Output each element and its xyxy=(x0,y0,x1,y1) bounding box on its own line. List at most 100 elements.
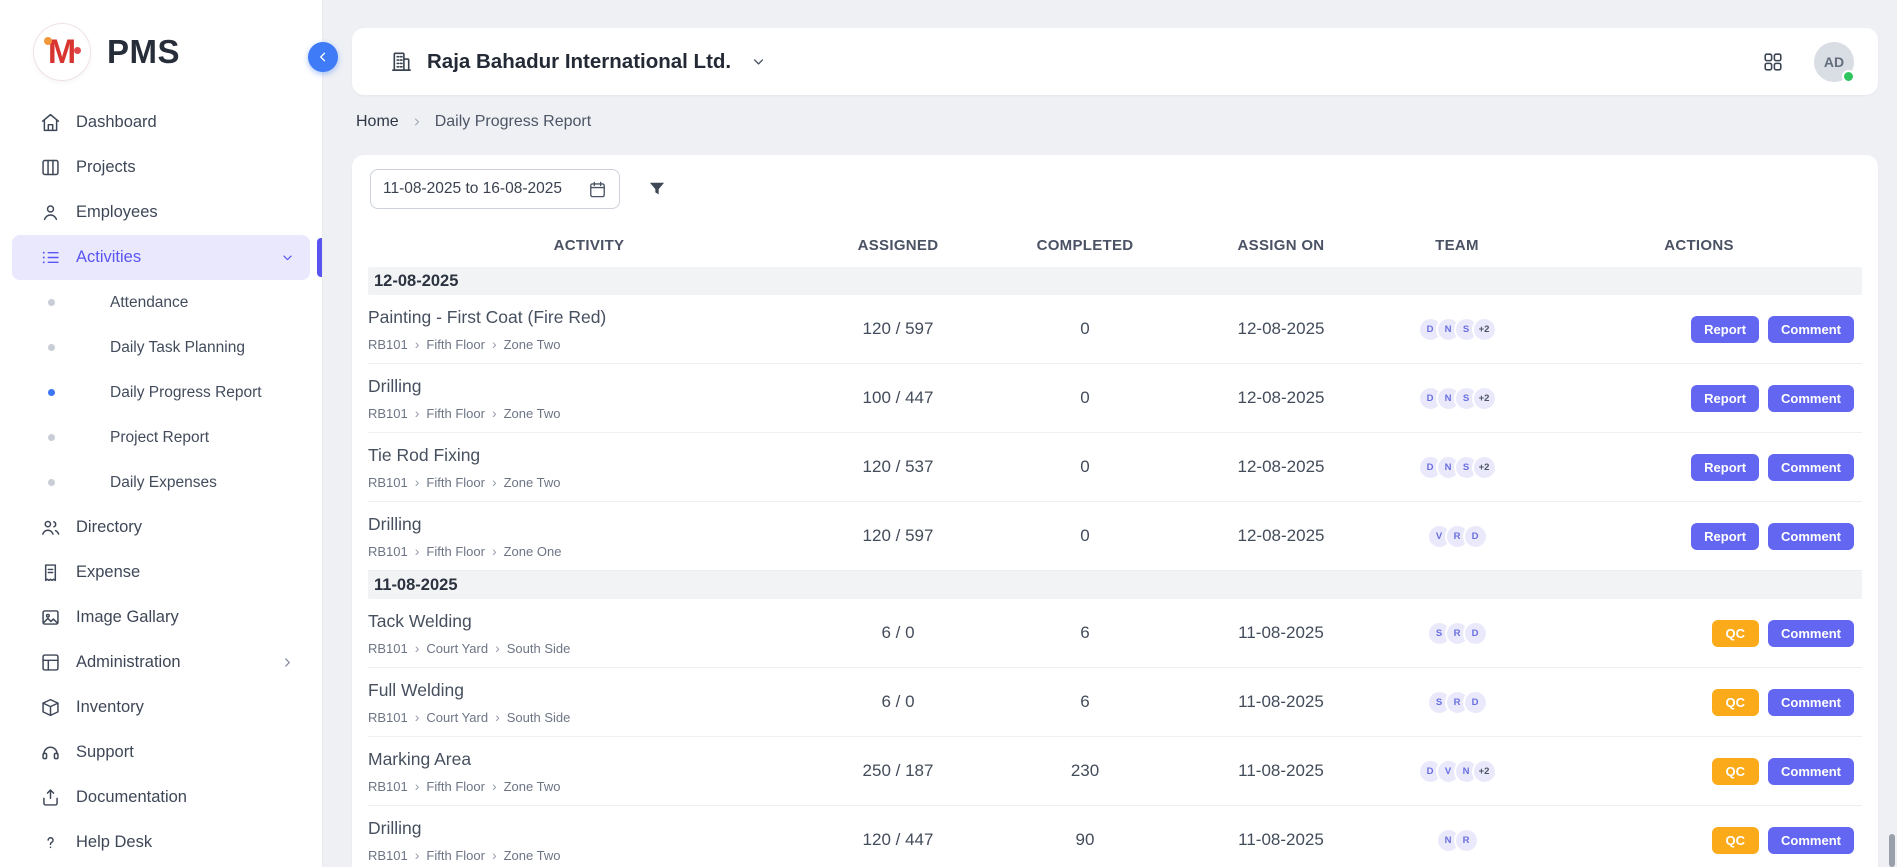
path-segment: Zone Two xyxy=(504,848,561,863)
filter-icon[interactable] xyxy=(647,179,667,199)
path-segment: RB101 xyxy=(368,406,408,421)
sidebar-item-employees[interactable]: Employees xyxy=(12,190,310,235)
sidebar-item-expense[interactable]: Expense xyxy=(12,550,310,595)
activity-cell: Tie Rod FixingRB101›Fifth Floor›Zone Two xyxy=(368,445,810,490)
breadcrumb-home[interactable]: Home xyxy=(356,113,399,131)
sidebar-item-administration[interactable]: Administration xyxy=(12,640,310,685)
sidebar-subitem-daily-task-planning[interactable]: Daily Task Planning xyxy=(12,325,310,370)
sidebar-subitem-label: Project Report xyxy=(110,429,209,447)
sidebar-item-activities[interactable]: Activities xyxy=(12,235,310,280)
assign-on-value: 12-08-2025 xyxy=(1184,526,1378,546)
team-more-chip[interactable]: +2 xyxy=(1472,386,1497,411)
sidebar-subitem-daily-expenses[interactable]: Daily Expenses xyxy=(12,460,310,505)
table-row: DrillingRB101›Fifth Floor›Zone Two120 / … xyxy=(368,806,1862,867)
team-cell: SRD xyxy=(1378,621,1536,646)
sidebar-item-directory[interactable]: Directory xyxy=(12,505,310,550)
sidebar-item-projects[interactable]: Projects xyxy=(12,145,310,190)
activity-cell: Full WeldingRB101›Court Yard›South Side xyxy=(368,680,810,725)
table-row: Full WeldingRB101›Court Yard›South Side6… xyxy=(368,668,1862,737)
team-more-chip[interactable]: +2 xyxy=(1472,317,1497,342)
sidebar-item-image-gallary[interactable]: Image Gallary xyxy=(12,595,310,640)
logo-row: M PMS xyxy=(0,0,322,80)
user-avatar[interactable]: AD xyxy=(1814,42,1854,82)
company-selector[interactable]: Raja Bahadur International Ltd. xyxy=(390,50,768,74)
comment-button[interactable]: Comment xyxy=(1768,385,1854,412)
sidebar-item-dashboard[interactable]: Dashboard xyxy=(12,100,310,145)
sidebar-subitem-daily-progress-report[interactable]: Daily Progress Report xyxy=(12,370,310,415)
report-button[interactable]: Report xyxy=(1691,385,1759,412)
sidebar-item-label: Documentation xyxy=(76,788,296,807)
qc-button[interactable]: QC xyxy=(1712,827,1760,854)
comment-button[interactable]: Comment xyxy=(1768,758,1854,785)
path-segment: RB101 xyxy=(368,848,408,863)
main-content: Raja Bahadur International Ltd. AD Home … xyxy=(323,0,1897,867)
comment-button[interactable]: Comment xyxy=(1768,827,1854,854)
chevron-right-icon: › xyxy=(492,544,497,558)
activities-icon xyxy=(40,247,61,268)
assign-on-value: 12-08-2025 xyxy=(1184,457,1378,477)
qc-button[interactable]: QC xyxy=(1712,689,1760,716)
team-more-chip[interactable]: +2 xyxy=(1472,759,1497,784)
path-segment: Court Yard xyxy=(426,710,488,725)
team-avatar[interactable]: D xyxy=(1463,621,1488,646)
comment-button[interactable]: Comment xyxy=(1768,620,1854,647)
chevron-right-icon: › xyxy=(492,406,497,420)
team-more-chip[interactable]: +2 xyxy=(1472,455,1497,480)
chevron-right-icon: › xyxy=(415,848,420,862)
sidebar-item-help-desk[interactable]: Help Desk xyxy=(12,820,310,865)
path-segment: Fifth Floor xyxy=(426,406,485,421)
completed-value: 90 xyxy=(986,830,1184,850)
team-avatar[interactable]: R xyxy=(1454,828,1479,853)
comment-button[interactable]: Comment xyxy=(1768,523,1854,550)
column-assign-on: ASSIGN ON xyxy=(1184,237,1378,254)
completed-value: 0 xyxy=(986,457,1184,477)
column-team: TEAM xyxy=(1378,237,1536,254)
sidebar-item-label: Dashboard xyxy=(76,113,296,132)
sidebar-collapse-button[interactable] xyxy=(308,42,338,72)
date-range-input[interactable]: 11-08-2025 to 16-08-2025 xyxy=(370,169,620,209)
activity-cell: Painting - First Coat (Fire Red)RB101›Fi… xyxy=(368,307,810,352)
path-segment: RB101 xyxy=(368,779,408,794)
sidebar-item-label: Employees xyxy=(76,203,296,222)
report-button[interactable]: Report xyxy=(1691,316,1759,343)
home-icon xyxy=(40,112,61,133)
chevron-right-icon: › xyxy=(492,848,497,862)
activity-location-path: RB101›Fifth Floor›Zone Two xyxy=(368,337,800,352)
chevron-left-icon xyxy=(314,48,332,66)
sidebar-item-documentation[interactable]: Documentation xyxy=(12,775,310,820)
assigned-value: 120 / 597 xyxy=(810,526,986,546)
bullet-icon xyxy=(48,479,55,486)
path-segment: RB101 xyxy=(368,641,408,656)
qc-button[interactable]: QC xyxy=(1712,620,1760,647)
sidebar: M PMS Dashboard Projects Employees Activiti… xyxy=(0,0,323,867)
team-cell: DVN+2 xyxy=(1378,759,1536,784)
table-row: DrillingRB101›Fifth Floor›Zone Two100 / … xyxy=(368,364,1862,433)
report-button[interactable]: Report xyxy=(1691,454,1759,481)
apps-grid-icon[interactable] xyxy=(1762,51,1784,73)
activity-location-path: RB101›Court Yard›South Side xyxy=(368,710,800,725)
team-avatar[interactable]: D xyxy=(1463,690,1488,715)
team-avatar[interactable]: D xyxy=(1463,524,1488,549)
comment-button[interactable]: Comment xyxy=(1768,454,1854,481)
assigned-value: 120 / 447 xyxy=(810,830,986,850)
assign-on-value: 12-08-2025 xyxy=(1184,319,1378,339)
comment-button[interactable]: Comment xyxy=(1768,316,1854,343)
qc-button[interactable]: QC xyxy=(1712,758,1760,785)
activity-title: Tie Rod Fixing xyxy=(368,445,800,466)
sidebar-subitem-project-report[interactable]: Project Report xyxy=(12,415,310,460)
scrollbar-thumb[interactable] xyxy=(1889,834,1895,867)
actions-cell: QC Comment xyxy=(1536,620,1862,647)
sidebar-item-label: Administration xyxy=(76,653,264,672)
inventory-icon xyxy=(40,697,61,718)
sidebar-subitem-label: Daily Expenses xyxy=(110,474,217,492)
sidebar-item-support[interactable]: Support xyxy=(12,730,310,775)
sidebar-item-inventory[interactable]: Inventory xyxy=(12,685,310,730)
topbar-right: AD xyxy=(1762,42,1854,82)
comment-button[interactable]: Comment xyxy=(1768,689,1854,716)
path-segment: RB101 xyxy=(368,337,408,352)
path-segment: South Side xyxy=(507,710,571,725)
sidebar-subitem-attendance[interactable]: Attendance xyxy=(12,280,310,325)
path-segment: Zone Two xyxy=(504,475,561,490)
activity-cell: DrillingRB101›Fifth Floor›Zone Two xyxy=(368,376,810,421)
report-button[interactable]: Report xyxy=(1691,523,1759,550)
